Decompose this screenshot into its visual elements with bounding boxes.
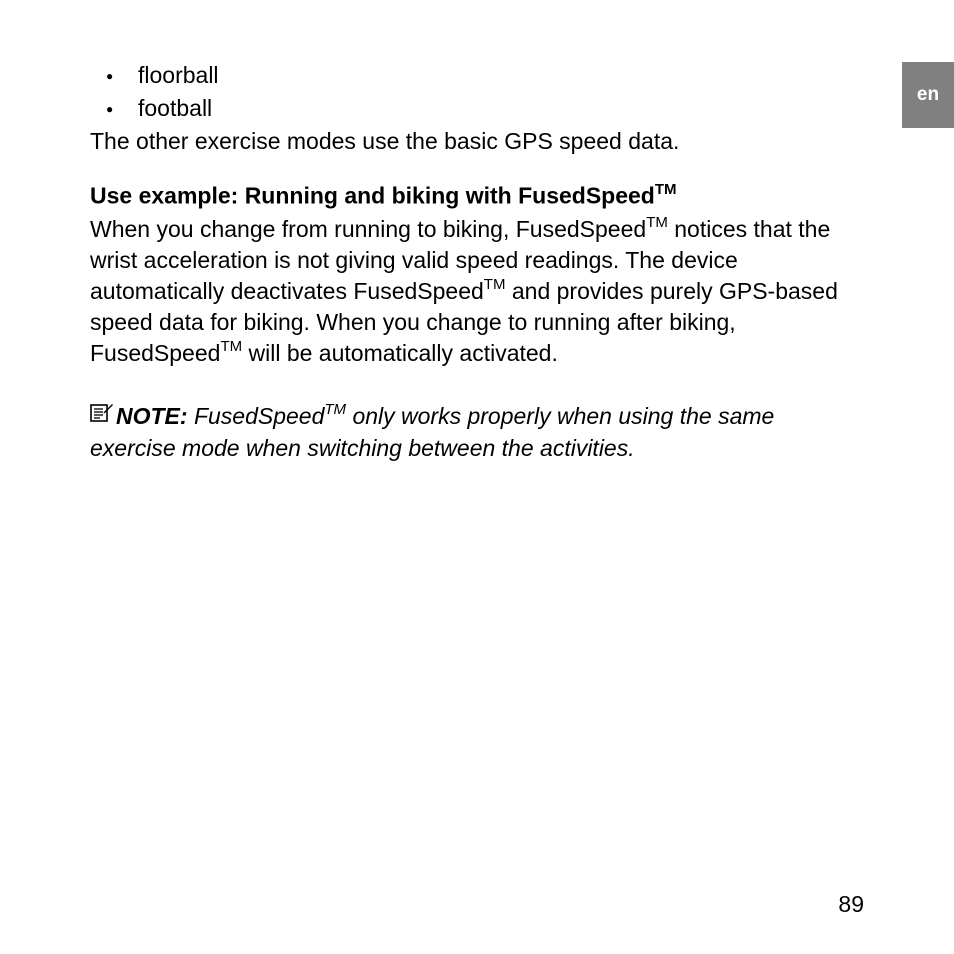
- page-number: 89: [838, 891, 864, 918]
- paragraph: The other exercise modes use the basic G…: [90, 126, 864, 157]
- trademark-superscript: TM: [655, 181, 677, 198]
- bullet-list: floorball football: [90, 60, 864, 124]
- note-label: NOTE:: [116, 403, 188, 429]
- heading-text: Use example: Running and biking with Fus…: [90, 183, 655, 209]
- trademark-superscript: TM: [324, 401, 346, 418]
- trademark-superscript: TM: [220, 338, 242, 355]
- trademark-superscript: TM: [646, 214, 668, 231]
- section-heading: Use example: Running and biking with Fus…: [90, 181, 864, 212]
- note-text: FusedSpeed: [188, 403, 325, 429]
- list-item: football: [90, 93, 864, 124]
- document-page: en floorball football The other exercise…: [0, 0, 954, 954]
- language-tab: en: [902, 62, 954, 128]
- body-text: When you change from running to biking, …: [90, 216, 646, 242]
- list-item: floorball: [90, 60, 864, 91]
- paragraph: When you change from running to biking, …: [90, 214, 864, 369]
- trademark-superscript: TM: [484, 276, 506, 293]
- body-text: will be automatically activated.: [242, 340, 558, 366]
- note-block: NOTE: FusedSpeedTM only works properly w…: [90, 401, 864, 464]
- note-icon: [90, 399, 114, 430]
